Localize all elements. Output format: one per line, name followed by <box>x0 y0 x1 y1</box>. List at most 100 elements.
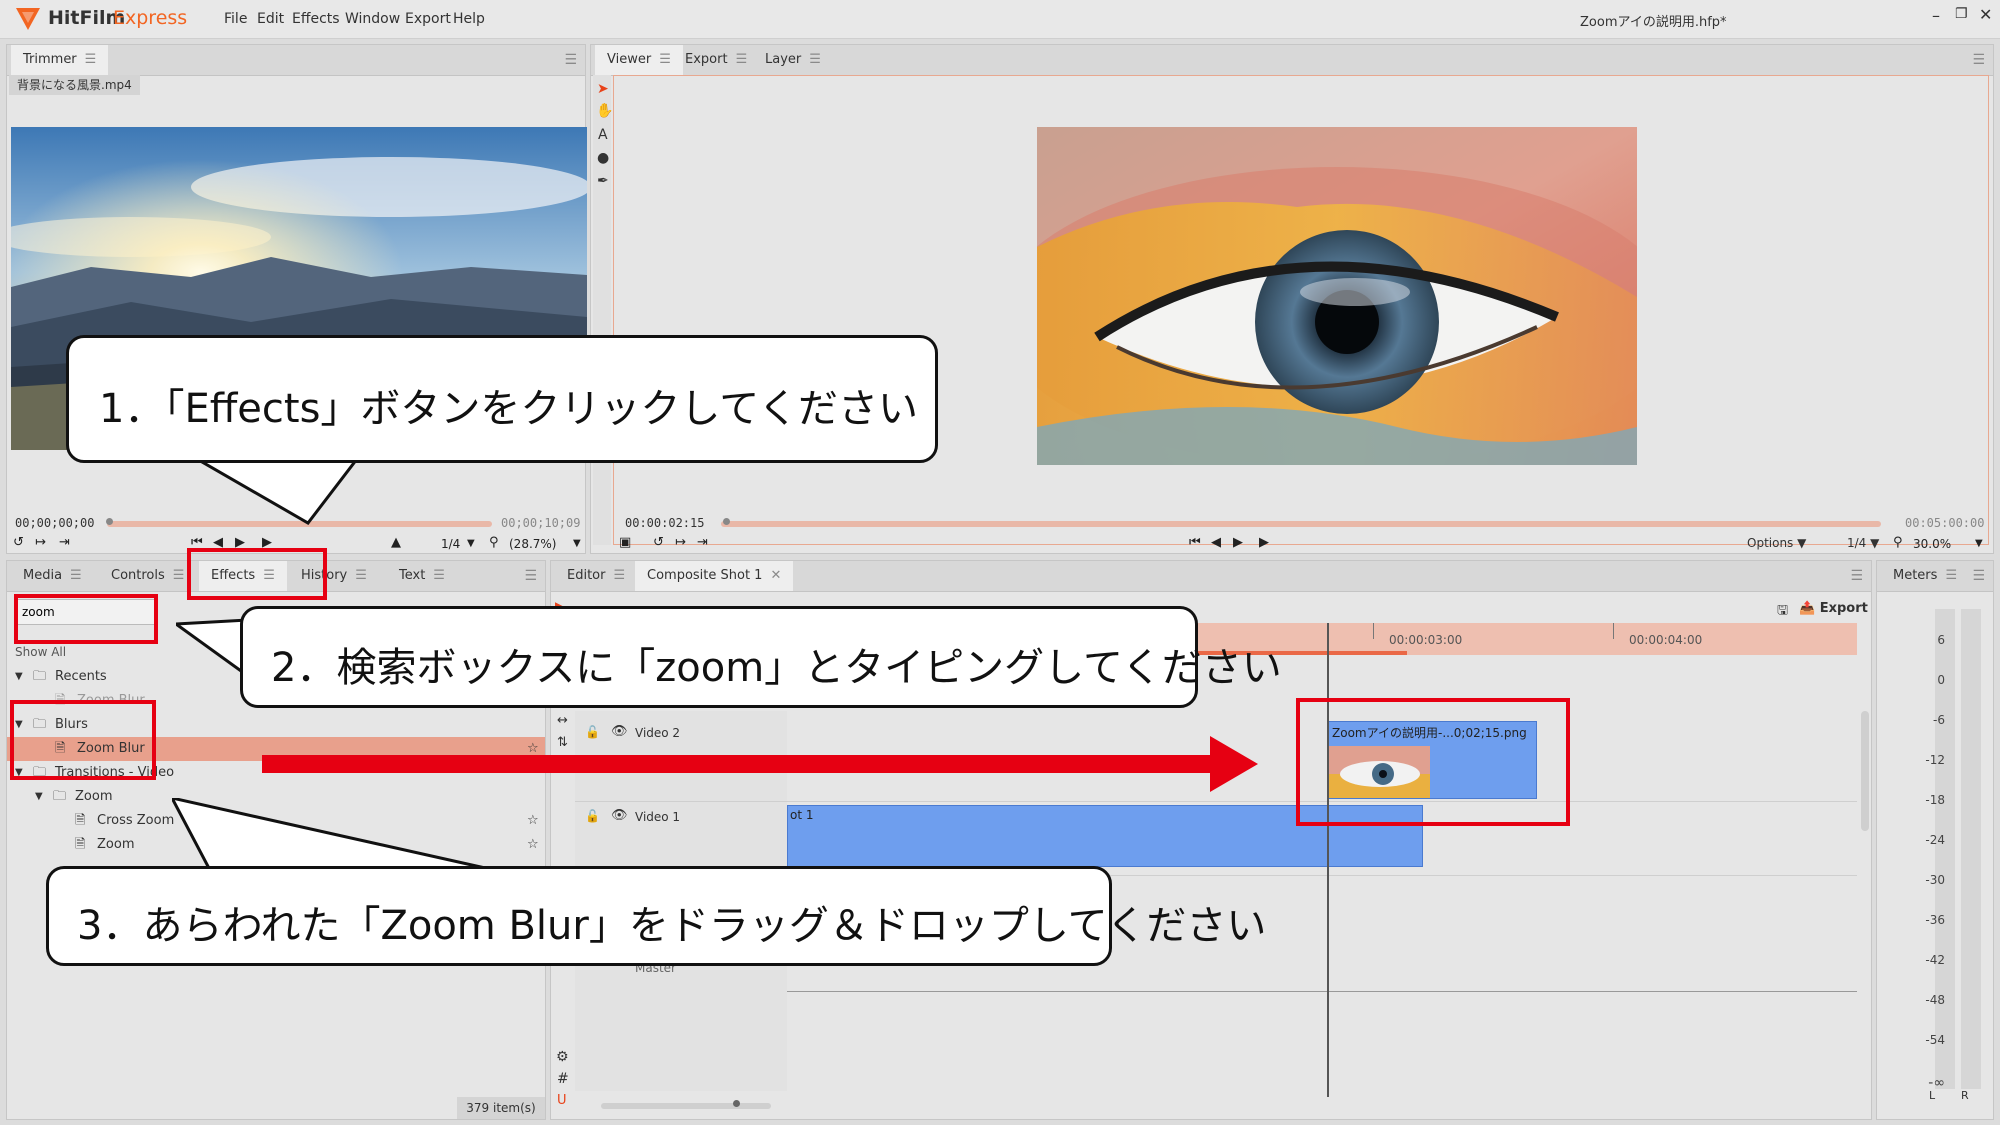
menu-edit[interactable]: Edit <box>257 0 284 38</box>
menu-export[interactable]: Export <box>405 0 451 38</box>
clip-label: ot 1 <box>790 808 814 822</box>
hamburger-icon[interactable]: ☰ <box>613 561 625 591</box>
panel-menu-icon[interactable]: ☰ <box>524 568 537 584</box>
ripple-icon[interactable]: ↔ <box>557 713 568 728</box>
favorite-star-icon[interactable]: ☆ <box>527 809 539 833</box>
timeline-zoom-slider[interactable] <box>601 1103 771 1109</box>
zoom-icon[interactable]: ⚲ <box>489 535 499 550</box>
panel-menu-icon[interactable]: ☰ <box>1850 568 1863 584</box>
tab-text[interactable]: Text ☰ <box>387 561 457 591</box>
loop-icon[interactable]: ↺ <box>13 535 24 550</box>
viewer-tabbar: Viewer ☰ Export ☰ Layer ☰ ☰ <box>591 45 1993 76</box>
lock-icon[interactable]: 🔓 <box>585 809 600 823</box>
menu-file[interactable]: File <box>224 0 247 38</box>
timeline-zoom-handle[interactable] <box>733 1100 740 1107</box>
meter-scale-label: -42 <box>1925 953 1945 967</box>
hamburger-icon[interactable]: ☰ <box>173 561 185 591</box>
trimmer-playhead[interactable] <box>106 518 113 525</box>
tab-composite-shot[interactable]: Composite Shot 1 ✕ <box>635 561 794 591</box>
editor-export-button[interactable]: 📤 Export <box>1799 599 1868 619</box>
minimize-icon[interactable]: – <box>1932 6 1940 25</box>
select-tool-icon[interactable]: ➤ <box>597 81 609 97</box>
viewer-playhead[interactable] <box>723 518 730 525</box>
panel-menu-icon[interactable]: ☰ <box>1972 568 1985 584</box>
viewer-scrubber[interactable] <box>721 521 1881 527</box>
overlay-icon[interactable]: ⇥ <box>697 535 708 550</box>
hamburger-icon[interactable]: ☰ <box>355 561 367 591</box>
pen-tool-icon[interactable]: ✒ <box>597 173 609 189</box>
menu-window[interactable]: Window <box>345 0 400 38</box>
play-icon[interactable]: ▶ <box>1259 535 1269 550</box>
chevron-down-icon[interactable]: ▼ <box>1975 538 1983 549</box>
viewer-ratio-select[interactable]: 1/4 ▼ <box>1847 533 1887 553</box>
mask-tool-icon[interactable]: ● <box>597 150 609 166</box>
grid-icon[interactable]: # <box>557 1071 569 1087</box>
meter-scale-label: -30 <box>1925 873 1945 887</box>
close-icon[interactable]: ✕ <box>1979 5 1992 24</box>
tab-meters[interactable]: Meters ☰ <box>1881 561 1969 591</box>
chevron-down-icon[interactable]: ▼ <box>573 538 581 549</box>
settings-icon[interactable]: ⚙ <box>556 1049 569 1065</box>
hamburger-icon[interactable]: ☰ <box>659 45 671 75</box>
tab-viewer[interactable]: Viewer ☰ <box>595 45 683 75</box>
hamburger-icon[interactable]: ☰ <box>70 561 82 591</box>
trimmer-ratio-select[interactable]: 1/4 <box>441 537 460 551</box>
app-brand-express: Express <box>113 7 188 29</box>
panel-menu-icon[interactable]: ☰ <box>1972 52 1985 68</box>
timeline-vertical-scrollbar[interactable] <box>1861 711 1869 831</box>
chevron-down-icon[interactable]: ▼ <box>467 538 475 549</box>
tab-controls[interactable]: Controls ☰ <box>99 561 196 591</box>
viewer-panel: Viewer ☰ Export ☰ Layer ☰ ☰ ➤ ✋ A ● ✒ 00… <box>590 44 1994 554</box>
menu-effects[interactable]: Effects <box>292 0 340 38</box>
effect-file-icon: 🗎 <box>75 813 86 828</box>
highlight-search-box <box>14 594 158 644</box>
viewer-options-button[interactable]: Options ▼ <box>1747 533 1837 553</box>
meter-scale-label: -18 <box>1925 793 1945 807</box>
ruler-tick-mark <box>1373 623 1374 639</box>
meter-scale-label: -48 <box>1925 993 1945 1007</box>
restore-icon[interactable]: ❐ <box>1955 6 1968 22</box>
drag-arrow-icon <box>262 736 1258 792</box>
tab-trimmer[interactable]: Trimmer ☰ <box>11 45 109 75</box>
hamburger-icon[interactable]: ☰ <box>809 45 821 75</box>
master-track-line <box>787 991 1857 992</box>
hand-tool-icon[interactable]: ✋ <box>596 103 613 119</box>
folder-icon: 🗀 <box>33 669 47 684</box>
magnet-icon[interactable]: U <box>557 1093 567 1108</box>
save-icon[interactable]: 🖫 <box>1777 601 1788 623</box>
insert-icon[interactable]: ↦ <box>35 535 46 550</box>
highlight-drop-target <box>1296 698 1570 826</box>
hamburger-icon[interactable]: ☰ <box>85 45 97 75</box>
chevron-down-icon[interactable]: ▼ <box>15 665 23 689</box>
insert-icon[interactable]: ↦ <box>675 535 686 550</box>
tab-layer[interactable]: Layer ☰ <box>753 45 833 75</box>
hamburger-icon[interactable]: ☰ <box>736 45 748 75</box>
zoom-icon[interactable]: ⚲ <box>1893 535 1903 550</box>
hamburger-icon[interactable]: ☰ <box>433 561 445 591</box>
go-start-icon[interactable]: ⏮ <box>1189 535 1201 550</box>
visibility-eye-icon[interactable]: 👁 <box>611 808 628 823</box>
timeline-playhead[interactable] <box>1327 623 1329 1097</box>
tab-export[interactable]: Export ☰ <box>673 45 759 75</box>
close-tab-icon[interactable]: ✕ <box>770 561 781 591</box>
step-back-icon[interactable]: ◀ <box>1211 535 1221 550</box>
mark-icon[interactable]: ▲ <box>391 535 401 550</box>
loop-icon[interactable]: ↺ <box>653 535 664 550</box>
favorite-star-icon[interactable]: ☆ <box>527 833 539 857</box>
viewer-timecode-end: 00:05:00:00 <box>1905 516 1985 530</box>
trimmer-timecode-end: 00;00;10;09 <box>501 516 581 530</box>
effect-file-icon: 🗎 <box>75 837 86 852</box>
overlay-icon[interactable]: ⇥ <box>59 535 70 550</box>
meter-scale-label: 0 <box>1937 673 1945 687</box>
viewer-zoom-value[interactable]: 30.0% <box>1913 537 1951 551</box>
panel-menu-icon[interactable]: ☰ <box>564 52 577 68</box>
step-forward-icon[interactable]: ▶ <box>1233 535 1243 550</box>
text-tool-icon[interactable]: A <box>598 127 608 143</box>
hamburger-icon[interactable]: ☰ <box>1945 561 1957 591</box>
tab-editor[interactable]: Editor ☰ <box>555 561 637 591</box>
chevron-down-icon[interactable]: ▼ <box>35 785 43 809</box>
menu-help[interactable]: Help <box>453 0 485 38</box>
tab-media[interactable]: Media ☰ <box>11 561 94 591</box>
safe-area-icon[interactable]: ▣ <box>619 535 631 550</box>
show-all-link[interactable]: Show All <box>15 645 66 659</box>
